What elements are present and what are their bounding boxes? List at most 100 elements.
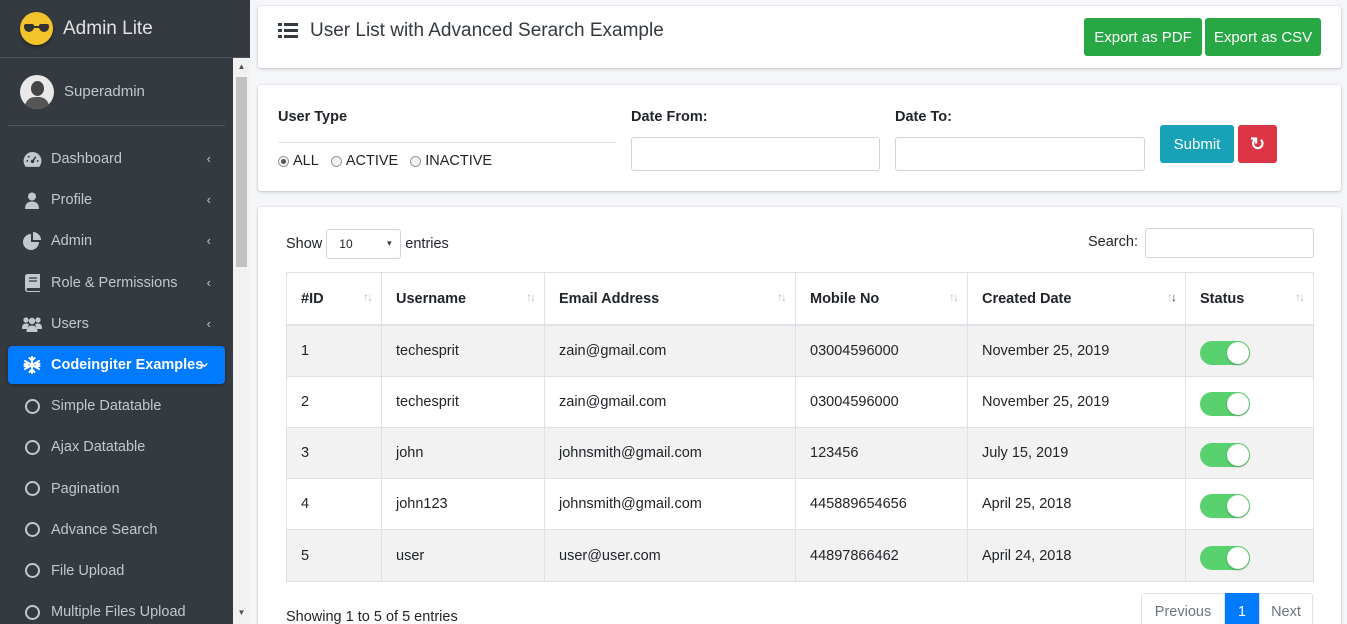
entries-label: entries <box>405 236 449 252</box>
sidebar-item-codeingiter-examples[interactable]: Codeingiter Examples ⌄ <box>8 345 225 384</box>
column-header-label: Created Date <box>982 290 1072 307</box>
sidebar-item-dashboard[interactable]: Dashboard ‹ <box>8 140 225 178</box>
date-from-label: Date From: <box>631 109 708 125</box>
column-header-username[interactable]: Username ↑↓ <box>382 273 545 326</box>
table-row: 3 john johnsmith@gmail.com 123456 July 15, 2… <box>287 428 1313 479</box>
status-toggle[interactable] <box>1200 392 1250 416</box>
status-toggle[interactable] <box>1200 341 1250 365</box>
user-icon <box>22 190 42 210</box>
user-type-radio-group: ALL ACTIVE INACTIVE <box>278 153 504 169</box>
sidebar-item-ajax-datatable[interactable]: Ajax Datatable <box>8 428 225 466</box>
cell-id: 1 <box>287 326 382 377</box>
sidebar: Admin Lite Superadmin Dashboard ‹ Profile ‹… <box>0 0 250 624</box>
page-length-value: 10 <box>339 237 353 251</box>
chevron-left-icon: ‹ <box>206 315 211 331</box>
next-page-button[interactable]: Next <box>1259 593 1313 624</box>
pie-chart-icon <box>22 231 42 251</box>
list-icon <box>278 23 298 38</box>
sidebar-item-users[interactable]: Users ‹ <box>8 305 225 343</box>
cell-username: techesprit <box>382 326 545 377</box>
column-header-id[interactable]: #ID ↑↓ <box>287 273 382 326</box>
sort-icon: ↑↓ <box>1295 290 1305 304</box>
reset-button[interactable]: ↻ <box>1238 125 1277 163</box>
users-icon <box>22 314 42 334</box>
sidebar-item-profile[interactable]: Profile ‹ <box>8 181 225 219</box>
sidebar-item-pagination[interactable]: Pagination <box>8 470 225 508</box>
sidebar-scroll-thumb[interactable] <box>236 77 247 267</box>
export-pdf-button[interactable]: Export as PDF <box>1084 18 1202 56</box>
sidebar-item-simple-datatable[interactable]: Simple Datatable <box>8 387 225 425</box>
date-to-input[interactable] <box>895 137 1145 171</box>
search-label: Search: <box>1088 234 1138 250</box>
page-button-current[interactable]: 1 <box>1225 593 1259 624</box>
book-icon <box>22 273 42 293</box>
snowflake-icon <box>22 355 42 375</box>
radio-active[interactable] <box>330 155 342 167</box>
cell-created: April 24, 2018 <box>968 530 1186 581</box>
search-input[interactable] <box>1145 228 1314 258</box>
chevron-left-icon: ‹ <box>206 151 211 166</box>
cell-id: 3 <box>287 428 382 479</box>
sidebar-item-label: Ajax Datatable <box>51 439 146 456</box>
sidebar-item-label: Codeingiter Examples <box>51 356 204 373</box>
radio-label-inactive[interactable]: INACTIVE <box>425 153 492 169</box>
cell-id: 2 <box>287 377 382 428</box>
cell-email: johnsmith@gmail.com <box>545 479 796 530</box>
scroll-up-arrow-icon[interactable]: ▲ <box>233 58 250 75</box>
cell-email: zain@gmail.com <box>545 377 796 428</box>
radio-inactive[interactable] <box>410 155 422 167</box>
column-header-label: #ID <box>301 290 324 307</box>
cell-id: 5 <box>287 530 382 581</box>
user-panel[interactable]: Superadmin <box>8 58 225 126</box>
show-label: Show <box>286 236 323 252</box>
cell-created: April 25, 2018 <box>968 479 1186 530</box>
scroll-down-arrow-icon[interactable]: ▼ <box>233 604 250 621</box>
column-header-created-date[interactable]: Created Date ↑↓ <box>968 273 1186 326</box>
sidebar-item-label: Role & Permissions <box>51 274 178 291</box>
page-header-card: User List with Advanced Serarch Example … <box>258 6 1341 68</box>
sort-icon: ↑↓ <box>526 290 536 304</box>
radio-label-active[interactable]: ACTIVE <box>346 153 398 169</box>
brand-name: Admin Lite <box>63 17 153 39</box>
circle-icon <box>22 479 42 499</box>
circle-icon <box>22 520 42 540</box>
page-length-control: Show 10 ▼ entries <box>286 229 449 259</box>
cell-username: techesprit <box>382 377 545 428</box>
status-toggle[interactable] <box>1200 545 1250 570</box>
sidebar-item-label: Simple Datatable <box>51 398 162 415</box>
sidebar-item-label: Advance Search <box>51 521 158 538</box>
cell-email: zain@gmail.com <box>545 326 796 377</box>
circle-icon <box>22 602 42 622</box>
submit-button[interactable]: Submit <box>1160 125 1234 163</box>
column-header-email-address[interactable]: Email Address ↑↓ <box>545 273 796 326</box>
column-header-status[interactable]: Status ↑↓ <box>1186 273 1313 326</box>
page-length-select[interactable]: 10 ▼ <box>326 229 402 259</box>
users-table-card: Show 10 ▼ entries Search: #ID ↑↓ Username ↑… <box>258 207 1341 624</box>
avatar <box>20 74 54 109</box>
circle-icon <box>22 561 42 581</box>
chevron-left-icon: ‹ <box>206 233 211 249</box>
cell-mobile: 03004596000 <box>796 377 968 428</box>
refresh-icon: ↻ <box>1249 133 1266 154</box>
filter-card: User Type ALL ACTIVE INACTIVE Date From: D… <box>258 85 1341 191</box>
previous-page-button[interactable]: Previous <box>1141 593 1225 624</box>
cell-status <box>1186 326 1313 377</box>
sidebar-item-file-upload[interactable]: File Upload <box>8 552 225 590</box>
export-csv-button[interactable]: Export as CSV <box>1205 18 1321 56</box>
sidebar-item-multiple-files-upload[interactable]: Multiple Files Upload <box>8 593 225 624</box>
column-header-mobile-no[interactable]: Mobile No ↑↓ <box>796 273 968 326</box>
sidebar-item-role-permissions[interactable]: Role & Permissions ‹ <box>8 264 225 302</box>
status-toggle[interactable] <box>1200 494 1250 518</box>
sidebar-item-admin[interactable]: Admin ‹ <box>8 222 225 260</box>
radio-all[interactable] <box>278 155 289 167</box>
sidebar-item-advance-search[interactable]: Advance Search <box>8 511 225 549</box>
brand-link[interactable]: Admin Lite <box>0 0 250 58</box>
table-info: Showing 1 to 5 of 5 entries <box>286 609 458 624</box>
date-from-input[interactable] <box>631 137 880 171</box>
cell-mobile: 03004596000 <box>796 326 968 377</box>
radio-label-all[interactable]: ALL <box>293 153 319 169</box>
sidebar-item-label: Profile <box>51 192 93 209</box>
status-toggle[interactable] <box>1200 443 1250 467</box>
cell-status <box>1186 377 1313 428</box>
cell-status <box>1186 479 1313 530</box>
